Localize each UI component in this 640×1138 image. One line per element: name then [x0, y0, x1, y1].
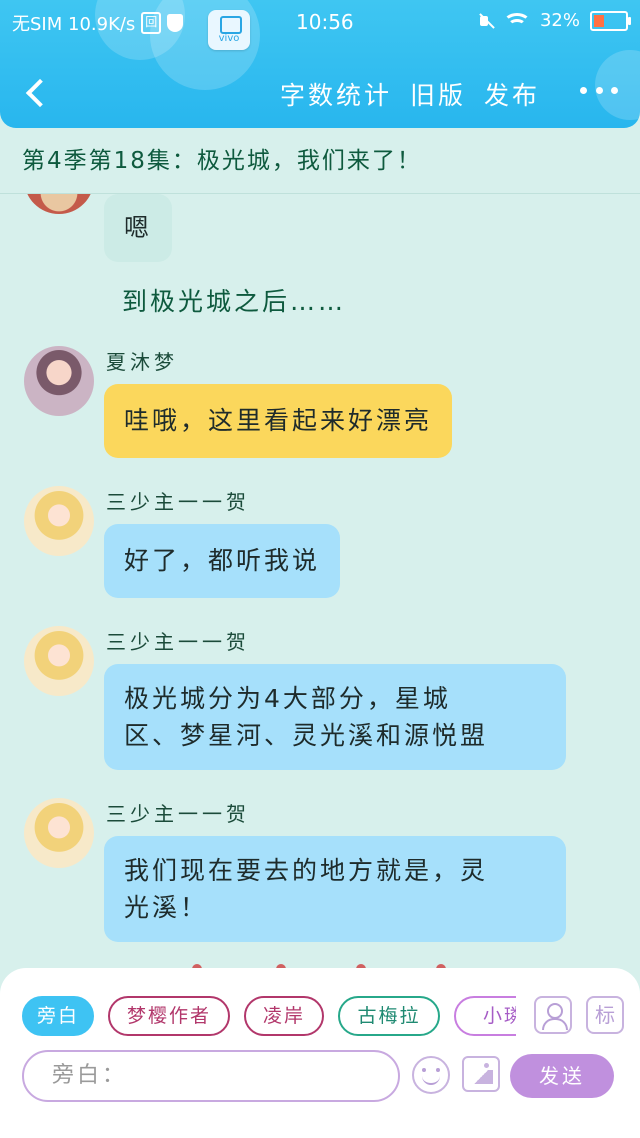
message-line: 我们现在要去的地方就是，灵: [124, 856, 489, 885]
message-input[interactable]: 旁白：: [22, 1050, 400, 1102]
more-icon[interactable]: [580, 78, 618, 102]
role-chip[interactable]: 梦樱作者: [108, 996, 230, 1036]
shield-icon: [167, 14, 184, 32]
nav-bar: 字数统计 旧版 发布: [0, 68, 640, 118]
status-bar: 无SIM 10.9K/s 回 vivo 10:56 32%: [0, 8, 640, 50]
role-chip[interactable]: 古梅拉: [338, 996, 440, 1036]
word-count-button[interactable]: 字数统计: [280, 76, 392, 112]
avatar[interactable]: [24, 346, 94, 416]
speaker-name: 三少主一一贺: [106, 490, 250, 514]
publish-button[interactable]: 发布: [484, 76, 540, 112]
message-bubble[interactable]: 哇哦，这里看起来好漂亮: [104, 384, 453, 458]
message-text: 好了，都听我说: [124, 546, 321, 575]
message-line: 光溪！: [124, 893, 209, 922]
composer-panel: 旁白 梦樱作者 凌岸 古梅拉 小璘 标 旁白： 发送: [0, 968, 640, 1138]
message-line: 区、梦星河、灵光溪和源悦盟: [124, 721, 489, 750]
avatar[interactable]: [24, 194, 94, 214]
avatar[interactable]: [24, 798, 94, 868]
message-bubble[interactable]: 我们现在要去的地方就是，灵 光溪！: [104, 836, 566, 942]
character-icon[interactable]: [534, 996, 572, 1034]
top-bar: 无SIM 10.9K/s 回 vivo 10:56 32% 字数统计 旧版 发布: [0, 0, 640, 128]
chat-area[interactable]: 嗯 到极光城之后…… 夏沐梦 哇哦，这里看起来好漂亮 三少主一一贺 好了，都听我…: [0, 194, 640, 970]
speaker-name: 夏沐梦: [106, 350, 178, 374]
wifi-icon: [502, 11, 531, 31]
battery-icon: [590, 10, 631, 31]
speaker-name: 三少主一一贺: [106, 630, 250, 654]
avatar[interactable]: [24, 626, 94, 696]
message-bubble[interactable]: 极光城分为4大部分，星城 区、梦星河、灵光溪和源悦盟: [104, 664, 566, 770]
message-text: 嗯: [124, 213, 153, 242]
role-chip-narration[interactable]: 旁白: [22, 996, 94, 1036]
message-line: 极光城分为4大部分，星城: [124, 684, 451, 713]
clock: 10:56: [296, 10, 354, 34]
back-icon[interactable]: [18, 74, 54, 110]
speaker-name: 三少主一一贺: [106, 802, 250, 826]
emoji-icon[interactable]: [412, 1056, 450, 1094]
carrier-text: 无SIM 10.9K/s: [12, 14, 136, 35]
message-text: 哇哦，这里看起来好漂亮: [124, 406, 433, 435]
narration-text[interactable]: 到极光城之后……: [122, 282, 346, 318]
avatar[interactable]: [24, 486, 94, 556]
battery-percent: 32%: [539, 10, 580, 31]
mute-icon: [478, 13, 494, 29]
sim-icon: 回: [141, 12, 162, 34]
message-bubble[interactable]: 嗯: [104, 194, 173, 262]
old-version-button[interactable]: 旧版: [410, 76, 466, 112]
marker-button[interactable]: 标: [586, 996, 624, 1034]
episode-title: 第4季第18集：极光城，我们来了！: [0, 128, 640, 194]
image-icon[interactable]: [462, 1056, 500, 1092]
role-chip[interactable]: 凌岸: [244, 996, 324, 1036]
role-chip[interactable]: 小璘: [454, 996, 516, 1036]
vivo-app-icon[interactable]: vivo: [208, 10, 250, 50]
send-button[interactable]: 发送: [510, 1054, 614, 1098]
message-bubble[interactable]: 好了，都听我说: [104, 524, 341, 598]
